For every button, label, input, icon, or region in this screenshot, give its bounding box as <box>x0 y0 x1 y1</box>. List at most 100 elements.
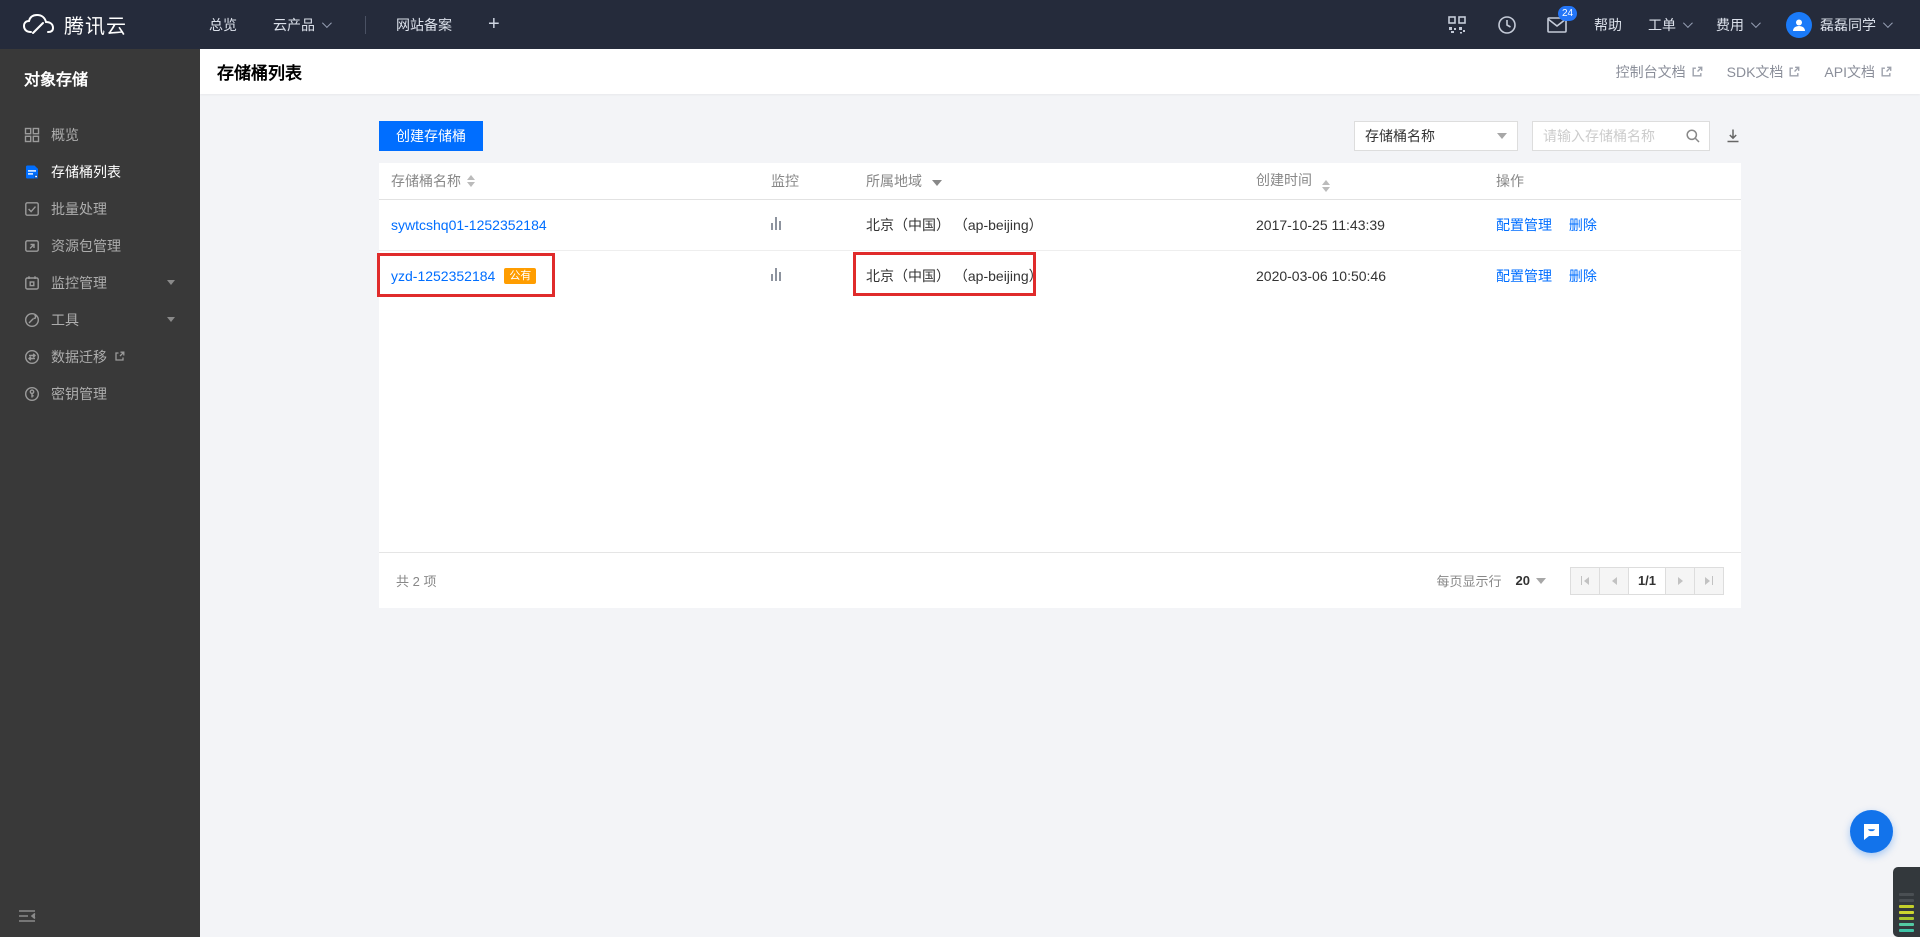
filter-icon[interactable] <box>931 180 942 186</box>
prev-page-button[interactable] <box>1599 566 1629 595</box>
delete-link[interactable]: 删除 <box>1569 268 1597 284</box>
sidebar-item-monitoring[interactable]: 监控管理 <box>0 264 200 301</box>
sort-icon[interactable] <box>467 175 475 187</box>
api-docs-link[interactable]: API文档 <box>1824 62 1892 82</box>
column-label: 创建时间 <box>1256 172 1312 188</box>
nav-icp-filing[interactable]: 网站备案 <box>396 15 452 35</box>
sidebar-item-bucket-list[interactable]: 存储桶列表 <box>0 153 200 190</box>
chat-support-button[interactable] <box>1850 810 1893 853</box>
nav-overview[interactable]: 总览 <box>209 15 237 35</box>
sort-icon[interactable] <box>1321 180 1330 192</box>
sidebar-item-label: 批量处理 <box>51 200 107 217</box>
search-box <box>1532 121 1710 151</box>
topbar-right: 24 帮助 工单 费用 磊磊同学 <box>1418 5 1893 38</box>
table-row: yzd-1252352184 公有 北京（中国） （ap-beijing） 20… <box>377 250 1741 300</box>
nav-ticket[interactable]: 工单 <box>1648 15 1693 35</box>
first-page-button[interactable] <box>1570 566 1600 595</box>
console-docs-link[interactable]: 控制台文档 <box>1616 62 1703 82</box>
nav-cloud-products-label: 云产品 <box>273 16 315 33</box>
avatar[interactable] <box>1786 11 1812 38</box>
filter-field-select[interactable]: 存储桶名称 <box>1354 121 1518 151</box>
last-page-button[interactable] <box>1694 566 1724 595</box>
calendar-icon <box>24 275 40 291</box>
column-region[interactable]: 所属地域 <box>866 171 1256 191</box>
sidebar-item-label: 概览 <box>51 126 79 143</box>
toolbar-right: 存储桶名称 <box>1354 121 1741 151</box>
sdk-docs-link[interactable]: SDK文档 <box>1727 62 1801 82</box>
nav-add-tab-button[interactable]: + <box>488 13 500 36</box>
column-bucket-name[interactable]: 存储桶名称 <box>391 171 771 191</box>
brand-name: 腾讯云 <box>64 16 127 38</box>
collapse-sidebar-icon[interactable] <box>18 909 36 923</box>
chevron-down-icon <box>167 317 175 322</box>
sidebar-item-key-management[interactable]: 密钥管理 <box>0 375 200 412</box>
column-actions: 操作 <box>1496 173 1524 189</box>
external-link-icon <box>1691 66 1703 78</box>
next-page-button[interactable] <box>1665 566 1695 595</box>
sidebar: 对象存储 概览 存储桶列表 批量处理 资源包管理 监控管理 工具 数据迁移 密钥… <box>0 49 200 937</box>
tools-icon <box>24 312 40 328</box>
browser-extension-widget[interactable] <box>1893 867 1920 937</box>
download-list-icon[interactable] <box>1725 128 1741 144</box>
page-indicator: 1/1 <box>1628 566 1666 595</box>
sidebar-item-label: 工具 <box>51 311 79 328</box>
bucket-region: 北京（中国） （ap-beijing） <box>866 217 1043 233</box>
chevron-down-icon <box>1497 133 1507 139</box>
sidebar-item-resource-packages[interactable]: 资源包管理 <box>0 227 200 264</box>
nav-billing[interactable]: 费用 <box>1716 15 1761 35</box>
chevron-down-icon <box>1750 18 1761 29</box>
page-header: 存储桶列表 控制台文档 SDK文档 API文档 <box>200 49 1920 94</box>
monitoring-chart-icon[interactable] <box>771 267 783 281</box>
search-icon[interactable] <box>1685 128 1701 144</box>
monitoring-chart-icon[interactable] <box>771 217 783 230</box>
table-footer: 共 2 项 每页显示行 20 1/1 <box>379 552 1741 608</box>
nav-cloud-products[interactable]: 云产品 <box>273 15 332 35</box>
tencent-cloud-logo-icon <box>22 13 55 34</box>
history-clock-icon[interactable] <box>1496 14 1518 36</box>
column-label: 存储桶名称 <box>391 173 461 189</box>
top-navigation-bar: 腾讯云 总览 云产品 网站备案 + 24 帮助 工单 费用 磊磊同学 <box>0 0 1920 49</box>
nav-billing-label: 费用 <box>1716 16 1744 33</box>
bucket-name-link[interactable]: sywtcshq01-1252352184 <box>391 217 547 233</box>
column-created[interactable]: 创建时间 <box>1256 170 1496 192</box>
sidebar-item-overview[interactable]: 概览 <box>0 116 200 153</box>
nav-help[interactable]: 帮助 <box>1594 15 1622 35</box>
chevron-down-icon <box>1682 18 1693 29</box>
bucket-region: 北京（中国） （ap-beijing） <box>866 267 1043 284</box>
configure-link[interactable]: 配置管理 <box>1496 217 1552 233</box>
grid-icon <box>24 127 40 143</box>
sdk-docs-label: SDK文档 <box>1726 63 1784 80</box>
external-link-icon <box>1880 66 1892 78</box>
sidebar-item-tools[interactable]: 工具 <box>0 301 200 338</box>
user-menu[interactable]: 磊磊同学 <box>1820 15 1893 35</box>
table-empty-space <box>379 300 1741 552</box>
delete-link[interactable]: 删除 <box>1569 217 1597 233</box>
sidebar-item-data-migration[interactable]: 数据迁移 <box>0 338 200 375</box>
sidebar-item-label: 密钥管理 <box>51 385 107 402</box>
bucket-icon <box>24 164 40 180</box>
pager: 1/1 <box>1570 566 1724 595</box>
brand[interactable]: 腾讯云 <box>22 10 127 39</box>
bucket-name-link[interactable]: yzd-1252352184 <box>391 268 495 284</box>
api-docs-label: API文档 <box>1824 63 1875 80</box>
create-bucket-button[interactable]: 创建存储桶 <box>379 121 483 151</box>
migration-icon <box>24 349 40 365</box>
bucket-table-card: 存储桶名称 监控 所属地域 创建时间 操作 sywtcshq01-1252352… <box>377 163 1741 608</box>
pagination: 每页显示行 20 1/1 <box>1437 566 1724 595</box>
qr-code-icon[interactable] <box>1446 14 1468 36</box>
chat-bubble-icon <box>1864 824 1879 840</box>
per-page-value: 20 <box>1515 573 1530 588</box>
doc-links: 控制台文档 SDK文档 API文档 <box>1592 62 1892 82</box>
search-input[interactable] <box>1543 128 1685 144</box>
sidebar-item-label: 存储桶列表 <box>51 163 121 180</box>
sidebar-title: 对象存储 <box>24 72 89 89</box>
column-label: 所属地域 <box>866 173 922 189</box>
sidebar-item-label: 监控管理 <box>51 274 107 291</box>
package-icon <box>24 238 40 254</box>
messages-icon[interactable]: 24 <box>1546 5 1578 36</box>
configure-link[interactable]: 配置管理 <box>1496 268 1552 284</box>
sidebar-item-batch-processing[interactable]: 批量处理 <box>0 190 200 227</box>
total-count: 共 2 项 <box>396 574 437 589</box>
sidebar-item-label: 数据迁移 <box>51 348 107 365</box>
per-page-select[interactable]: 20 <box>1516 573 1546 588</box>
